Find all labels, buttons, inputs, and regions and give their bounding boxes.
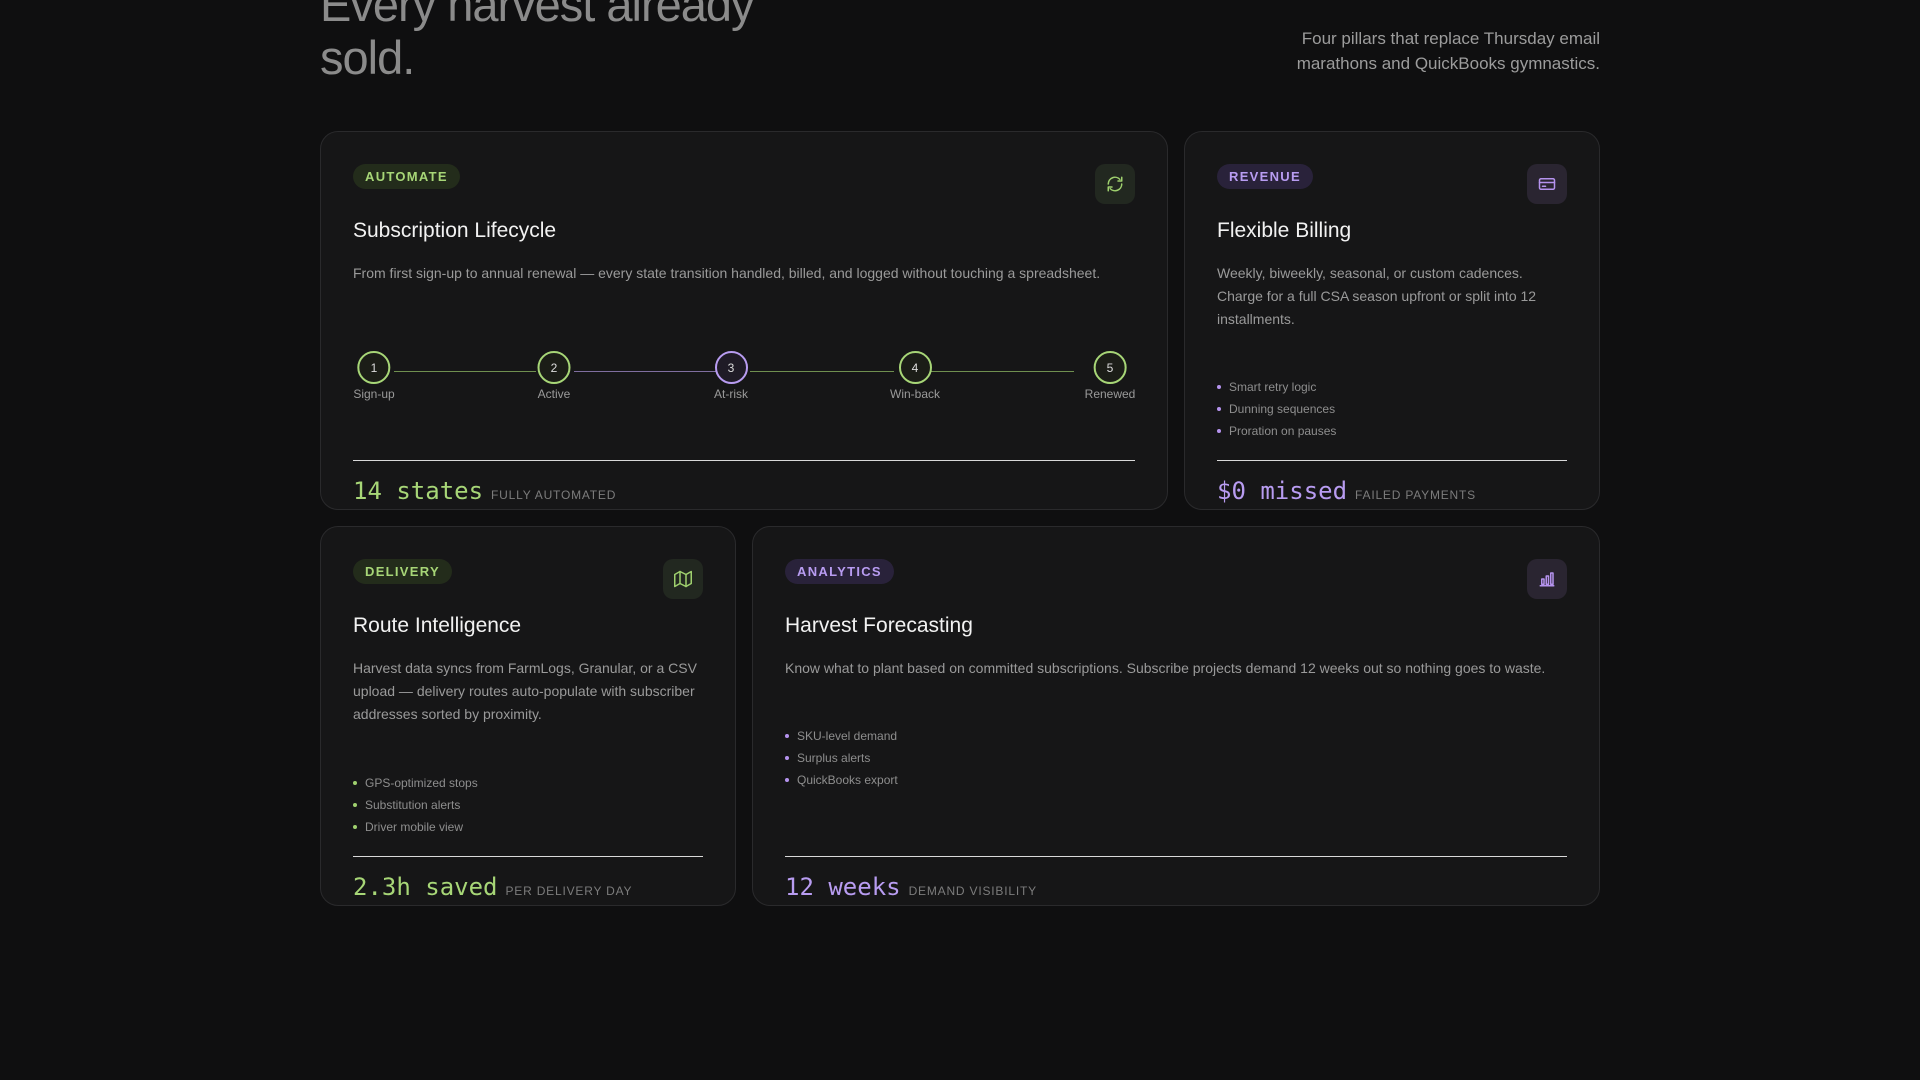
step-number: 1	[357, 351, 391, 384]
card-description: Harvest data syncs from FarmLogs, Granul…	[353, 660, 697, 722]
card-harvest-forecasting: ANALYTICS Harvest Forecasting Know what …	[752, 526, 1600, 906]
step-win-back: 4 Win-back	[890, 351, 940, 401]
step-number: 4	[898, 351, 932, 384]
list-item: GPS-optimized stops	[353, 772, 478, 794]
stat-row: 2.3h saved PER DELIVERY DAY	[353, 873, 632, 901]
headline-line-2: sold.	[320, 31, 415, 84]
feature-list: Smart retry logic Dunning sequences Pror…	[1217, 376, 1336, 442]
stat-value: 2.3h saved	[353, 873, 498, 901]
step-label: Renewed	[1084, 387, 1136, 401]
features-section: Every harvest already sold. Four pillars…	[0, 0, 1920, 1080]
step-number: 3	[714, 351, 748, 384]
card-title: Route Intelligence	[353, 614, 522, 637]
card-flexible-billing: REVENUE Flexible Billing Weekly, biweekl…	[1184, 131, 1600, 510]
card-title: Flexible Billing	[1217, 219, 1352, 242]
tag-revenue: REVENUE	[1217, 164, 1313, 189]
tag-delivery: DELIVERY	[353, 559, 452, 584]
step-active: 2 Active	[537, 351, 571, 401]
list-item: Dunning sequences	[1217, 398, 1336, 420]
lifecycle-steps: 1 Sign-up 2 Active 3 At-risk 4 Win-back …	[353, 351, 1135, 411]
credit-card-icon	[1527, 164, 1567, 204]
step-connector	[750, 371, 894, 372]
stat-divider	[353, 460, 1135, 461]
step-label: Sign-up	[353, 387, 395, 401]
refresh-icon	[1095, 164, 1135, 204]
stat-divider	[353, 856, 703, 857]
stat-value: 14 states	[353, 477, 484, 505]
card-route-intelligence: DELIVERY Route Intelligence Harvest data…	[320, 526, 736, 906]
stat-label: FAILED PAYMENTS	[1355, 488, 1476, 502]
list-item: SKU-level demand	[785, 725, 898, 747]
stat-row: 12 weeks DEMAND VISIBILITY	[785, 873, 1037, 901]
list-item: Proration on pauses	[1217, 420, 1336, 442]
card-description: Weekly, biweekly, seasonal, or custom ca…	[1217, 265, 1537, 327]
step-connector	[394, 371, 536, 372]
step-label: Win-back	[889, 387, 941, 401]
step-number: 2	[537, 351, 571, 384]
tag-automate: AUTOMATE	[353, 164, 460, 189]
step-label: At-risk	[714, 387, 748, 401]
section-headline: Every harvest already sold.	[320, 0, 755, 84]
list-item: Surplus alerts	[785, 747, 898, 769]
card-title: Subscription Lifecycle	[353, 219, 557, 242]
bar-chart-icon	[1527, 559, 1567, 599]
step-sign-up: 1 Sign-up	[353, 351, 395, 401]
list-item: QuickBooks export	[785, 769, 898, 791]
stat-divider	[1217, 460, 1567, 461]
stat-value: 12 weeks	[785, 873, 901, 901]
list-item: Substitution alerts	[353, 794, 478, 816]
map-icon	[663, 559, 703, 599]
feature-list: SKU-level demand Surplus alerts QuickBoo…	[785, 725, 898, 791]
card-subscription-lifecycle: AUTOMATE Subscription Lifecycle From fir…	[320, 131, 1168, 510]
card-description: Know what to plant based on committed su…	[785, 660, 1546, 676]
stat-row: $0 missed FAILED PAYMENTS	[1217, 477, 1476, 505]
stat-label: PER DELIVERY DAY	[505, 884, 633, 898]
step-connector	[931, 371, 1074, 372]
list-item: Smart retry logic	[1217, 376, 1336, 398]
feature-list: GPS-optimized stops Substitution alerts …	[353, 772, 478, 838]
list-item: Driver mobile view	[353, 816, 478, 838]
stat-label: DEMAND VISIBILITY	[908, 884, 1037, 898]
headline-line-1: Every harvest already	[320, 0, 755, 31]
stat-divider	[785, 856, 1567, 857]
section-intro: Four pillars that replace Thursday email…	[1296, 29, 1600, 73]
step-number: 5	[1093, 351, 1127, 384]
step-at-risk: 3 At-risk	[714, 351, 748, 401]
step-renewed: 5 Renewed	[1084, 351, 1136, 401]
stat-value: $0 missed	[1217, 477, 1348, 505]
stat-row: 14 states FULLY AUTOMATED	[353, 477, 616, 505]
step-connector	[574, 371, 718, 372]
stat-label: FULLY AUTOMATED	[491, 488, 617, 502]
step-label: Active	[537, 387, 571, 401]
card-description: From first sign-up to annual renewal — e…	[353, 265, 1101, 281]
card-title: Harvest Forecasting	[785, 614, 973, 637]
tag-analytics: ANALYTICS	[785, 559, 894, 584]
